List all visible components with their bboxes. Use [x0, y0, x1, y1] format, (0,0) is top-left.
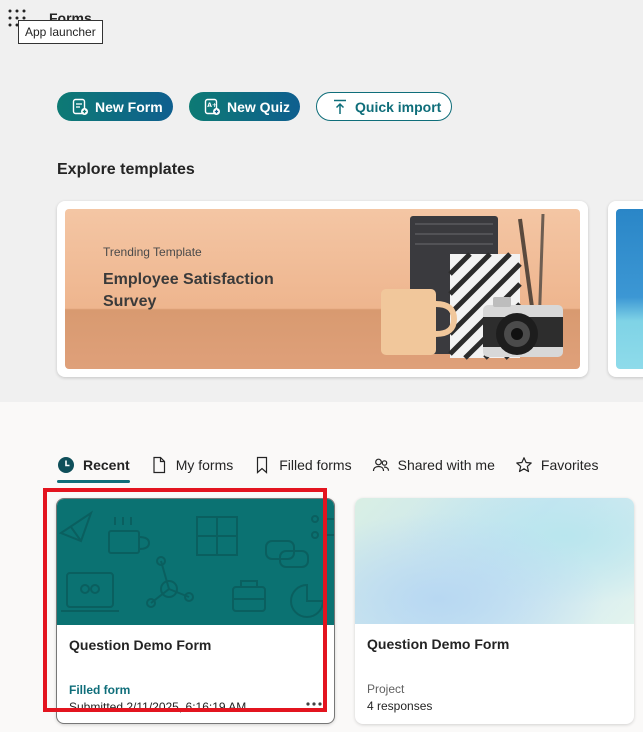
- tab-label: Recent: [83, 457, 130, 473]
- banner-pattern: [58, 510, 334, 618]
- form-card-banner: [355, 498, 634, 624]
- form-card-status: Project: [367, 682, 405, 696]
- ellipsis-icon: [306, 702, 322, 706]
- tab-favorites[interactable]: Favorites: [515, 450, 599, 480]
- app-launcher-tooltip: App launcher: [18, 20, 103, 44]
- form-card-meta: Submitted 2/11/2025, 6:16:19 AM: [69, 700, 247, 714]
- template-title: Employee Satisfaction Survey: [103, 271, 274, 310]
- quiz-icon: A+: [203, 98, 221, 116]
- tab-label: Favorites: [540, 457, 599, 473]
- new-form-label: New Form: [95, 98, 163, 115]
- form-card-status: Filled form: [69, 683, 131, 697]
- form-tabs: Recent My forms Filled forms Shared with…: [57, 450, 618, 484]
- new-quiz-label: New Quiz: [227, 98, 291, 115]
- tab-label: Filled forms: [279, 457, 352, 473]
- tab-my-forms[interactable]: My forms: [150, 450, 234, 480]
- form-card-title: Question Demo Form: [69, 637, 212, 653]
- explore-templates-heading: Explore templates: [57, 161, 195, 178]
- template-subtitle: Trending Template: [103, 245, 202, 259]
- bookmark-icon: [253, 456, 271, 474]
- form-card-meta: 4 responses: [367, 699, 433, 713]
- tab-recent[interactable]: Recent: [57, 450, 130, 483]
- tab-label: My forms: [175, 457, 234, 473]
- form-icon: [71, 98, 89, 116]
- clock-icon: [57, 456, 75, 474]
- form-card[interactable]: Question Demo Form Project 4 responses: [355, 498, 634, 724]
- document-icon: [150, 456, 168, 474]
- tab-label: Shared with me: [397, 457, 495, 473]
- form-card-banner: [57, 499, 334, 625]
- quick-import-button[interactable]: Quick import: [316, 92, 452, 121]
- more-options-button[interactable]: [304, 696, 324, 712]
- upload-icon: [331, 98, 349, 116]
- star-icon: [515, 456, 533, 474]
- people-icon: [372, 456, 390, 474]
- template-card-employee-satisfaction[interactable]: Trending Template Employee Satisfaction …: [57, 201, 588, 377]
- quick-import-label: Quick import: [355, 98, 442, 115]
- new-quiz-button[interactable]: A+ New Quiz: [189, 92, 300, 121]
- template-image: Trending Template Employee Satisfaction …: [65, 209, 580, 369]
- template-card-next[interactable]: [608, 201, 643, 377]
- form-card[interactable]: Question Demo Form Filled form Submitted…: [56, 498, 335, 724]
- new-form-button[interactable]: New Form: [57, 92, 173, 121]
- template-image-next: [616, 209, 643, 369]
- form-card-title: Question Demo Form: [367, 636, 510, 652]
- svg-text:A+: A+: [207, 102, 217, 109]
- tab-shared-with-me[interactable]: Shared with me: [372, 450, 495, 480]
- tab-filled-forms[interactable]: Filled forms: [253, 450, 352, 480]
